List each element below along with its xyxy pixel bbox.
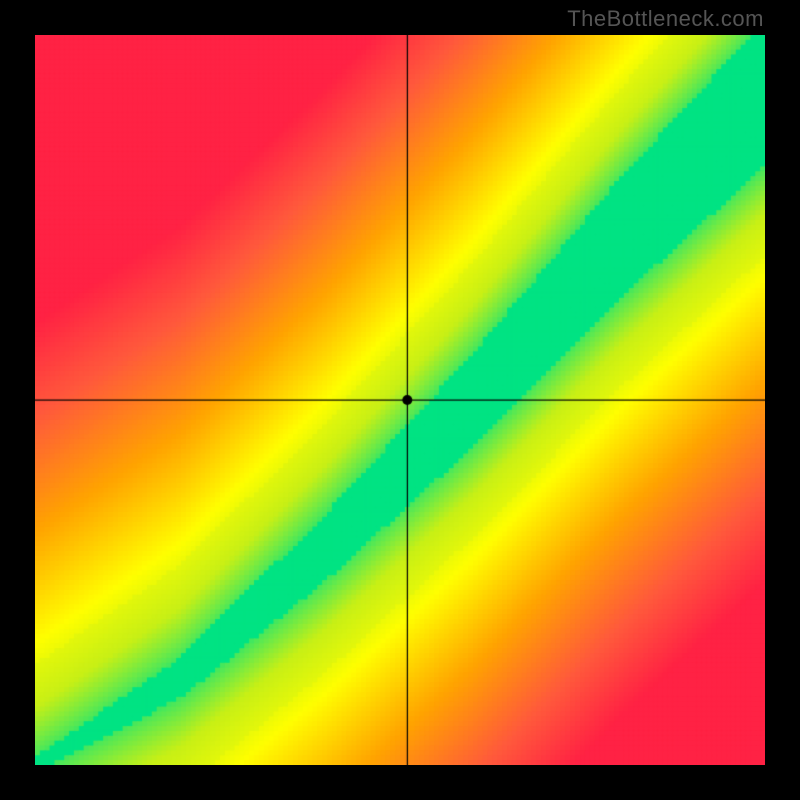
heatmap-plot: [35, 35, 765, 765]
chart-container: TheBottleneck.com: [0, 0, 800, 800]
watermark-text: TheBottleneck.com: [567, 6, 764, 32]
heatmap-canvas: [35, 35, 765, 765]
